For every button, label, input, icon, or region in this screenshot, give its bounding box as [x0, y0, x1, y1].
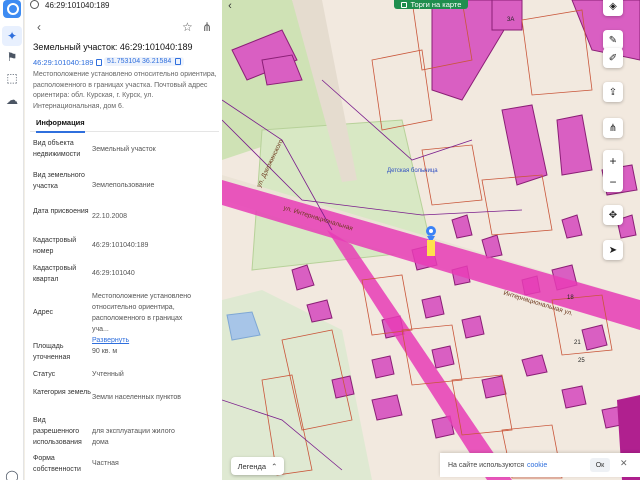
row-label: Кадастровый квартал [33, 265, 77, 283]
row-label: Площадь уточненная [33, 343, 71, 361]
copy-icon[interactable] [96, 59, 103, 66]
user-icon[interactable]: ◯ [2, 466, 22, 480]
share-map-icon[interactable]: ⋔ [603, 118, 623, 138]
cadastral-number-link[interactable]: 46:29:101040:189 [33, 58, 103, 67]
house-number: 3A [507, 17, 515, 23]
row-value: Земли населенных пунктов [92, 394, 182, 401]
info-row: Вид разрешенного использования для экспл… [33, 415, 193, 448]
draw-icon[interactable]: ✐ [603, 48, 623, 68]
row-value: Частная [92, 460, 119, 467]
select-area-icon[interactable]: ⬚ [2, 68, 22, 88]
cookie-text: На сайте используются [448, 461, 524, 469]
cadastral-number-text[interactable]: 46:29:101040:189 [33, 58, 93, 67]
row-value: Земельный участок [92, 146, 156, 153]
row-label: Категория земель [33, 389, 91, 396]
row-label: Адрес [33, 309, 54, 316]
cookie-ok-button[interactable]: Ок [590, 458, 610, 472]
row-value: 90 кв. м [92, 348, 118, 355]
search-icon [30, 0, 39, 9]
search-mode-icon[interactable]: ✦ [2, 26, 22, 46]
row-value: 22.10.2008 [92, 213, 128, 220]
map-canvas[interactable] [222, 0, 640, 480]
chevron-up-icon: ⌃ [271, 461, 278, 471]
info-row: Вид земельного участка Землепользование [33, 170, 193, 192]
checkbox-icon[interactable] [400, 1, 407, 8]
zoom-in-icon[interactable]: + [603, 150, 623, 171]
share-icon[interactable]: ⋔ [202, 20, 212, 34]
tab-information[interactable]: Информация [36, 118, 85, 133]
move-icon[interactable]: ✥ [603, 205, 623, 225]
row-label: Вид земельного участка [33, 172, 85, 190]
row-label: Дата присвоения [33, 208, 89, 215]
torgi-label: Торги на карте [410, 0, 462, 9]
ruler-icon[interactable]: ✎ [603, 30, 623, 50]
star-icon[interactable]: ☆ [182, 20, 193, 34]
legend-label: Легенда [237, 461, 267, 471]
left-rail: ✦ ⚑ ⬚ ☁ ◯ [0, 0, 24, 480]
row-value: для эксплуатации жилого дома [92, 428, 175, 446]
coordinates-text: 51.753104 36.21584 [107, 58, 172, 65]
row-value: Местоположение установлено относительно … [92, 291, 193, 346]
row-value: Учтенный [92, 371, 124, 378]
info-row: Вид объекта недвижимости Земельный участ… [33, 138, 193, 160]
row-value: Землепользование [92, 182, 155, 189]
torgi-toggle[interactable]: Торги на карте [394, 0, 468, 9]
row-label: Вид разрешенного использования [33, 417, 82, 446]
info-row: Кадастровый квартал 46:29:101040 [33, 263, 193, 285]
search-input[interactable]: 46:29:101040:189 [45, 1, 110, 10]
app-logo-icon[interactable] [3, 0, 21, 18]
layers-icon[interactable]: ◈ [603, 0, 623, 16]
info-row: Категория земель Земли населенных пункто… [33, 387, 193, 403]
address-text: Местоположение установлено относительно … [92, 293, 192, 333]
cadastral-map[interactable]: ул. Дзержинского ул. Интернациональная И… [222, 0, 640, 480]
row-value: 46:29:101040:189 [92, 242, 149, 249]
cookie-banner: На сайте используются cookie Ок ✕ [440, 453, 640, 477]
info-row: Форма собственности Частная [33, 453, 193, 475]
cookie-link[interactable]: cookie [527, 462, 547, 469]
locate-icon[interactable]: ➤ [603, 240, 623, 260]
coordinates-chip[interactable]: 51.753104 36.21584 [104, 57, 185, 66]
info-row: Адрес Местоположение установлено относит… [33, 291, 193, 346]
zoom-control: + − [603, 150, 623, 192]
zoom-out-icon[interactable]: − [603, 171, 623, 192]
copy-icon[interactable] [175, 58, 182, 65]
row-label: Форма собственности [33, 455, 81, 473]
info-row: Кадастровый номер 46:29:101040:189 [33, 235, 193, 257]
row-value: 46:29:101040 [92, 270, 135, 277]
tab-bar: Информация [30, 112, 219, 133]
location-description: Местоположение установлено относительно … [33, 71, 217, 110]
back-icon[interactable]: ‹ [37, 20, 41, 34]
house-number: 25 [578, 358, 585, 364]
flag-icon[interactable]: ⚑ [2, 47, 22, 67]
house-number: 18 [567, 295, 574, 301]
row-label: Статус [33, 371, 56, 378]
legend-button[interactable]: Легенда ⌃ [231, 457, 284, 475]
search-bar[interactable]: 46:29:101040:189 [30, 0, 217, 10]
close-icon[interactable]: ✕ [620, 458, 628, 469]
info-row: Статус Учтенный [33, 369, 193, 380]
info-row: Дата присвоения 22.10.2008 [33, 206, 193, 222]
collapse-panel-icon[interactable]: ‹ [222, 0, 238, 12]
row-label: Вид объекта недвижимости [33, 140, 81, 158]
panel-title: Земельный участок: 46:29:101040:189 [33, 42, 193, 52]
cloud-icon[interactable]: ☁ [2, 90, 22, 110]
info-row: Площадь уточненная 90 кв. м [33, 341, 193, 363]
house-number: 21 [574, 340, 581, 346]
poi-label[interactable]: Детская больница [387, 168, 438, 174]
upload-icon[interactable]: ⇪ [603, 82, 623, 102]
row-label: Кадастровый номер [33, 237, 77, 255]
